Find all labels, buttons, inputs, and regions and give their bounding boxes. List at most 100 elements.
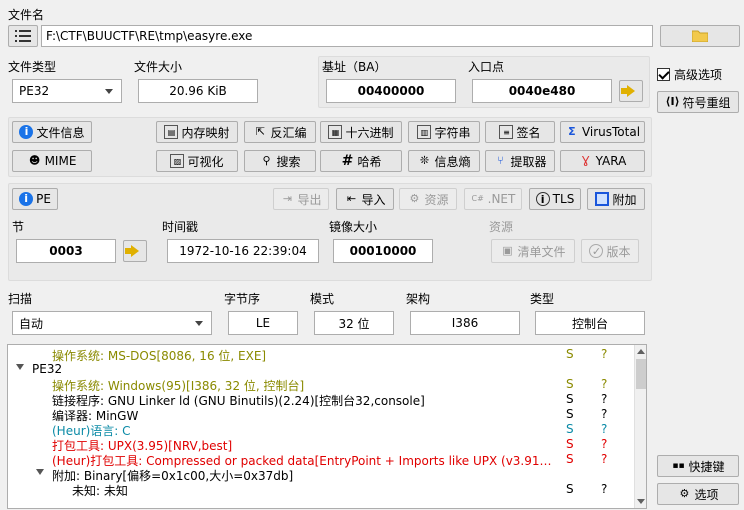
export-icon: ⇥ [282,192,293,205]
signatures-button[interactable]: ≡ 签名 [485,121,555,143]
import-button[interactable]: ⇤ 导入 [336,188,394,210]
manifest-label: 清单文件 [517,244,566,259]
tree-row[interactable]: 编译器: MinGW S ? [8,407,638,423]
file-size-label: 文件大小 [134,60,183,74]
overlay-icon [595,192,610,206]
tree-row[interactable]: 未知: 未知 S ? [8,482,638,498]
mode-value: 32 位 [314,311,394,335]
pe-button[interactable]: i PE [12,188,58,210]
scan-results-tree[interactable]: 操作系统: MS-DOS[8086, 16 位, EXE] S ? PE32 操… [7,344,647,509]
image-size-value: 00010000 [333,239,433,263]
signatures-label: 签名 [516,125,541,140]
tree-row-s: S [566,407,574,421]
goto-entry-button[interactable] [619,80,643,102]
file-info-label: 文件信息 [36,125,85,140]
scroll-up-icon[interactable] [637,349,645,354]
tls-button[interactable]: i TLS [529,188,581,210]
export-button[interactable]: ⇥ 导出 [273,188,329,210]
visualize-button[interactable]: ▨ 可视化 [156,150,238,172]
options-button[interactable]: ⚙ 选项 [657,483,739,505]
strings-button[interactable]: ▥ 字符串 [408,121,480,143]
mode-label: 模式 [310,292,335,306]
yara-icon: Ɣ [581,154,590,167]
yara-button[interactable]: Ɣ YARA [560,150,645,172]
version-label: 版本 [606,244,631,259]
arrow-right-icon [621,85,635,97]
expand-arrow-icon[interactable] [36,469,44,475]
goto-sections-button[interactable] [123,240,147,262]
advanced-label: 高级选项 [674,68,723,82]
spy-icon: ☻ [28,154,41,167]
entropy-button[interactable]: ❊ 信息熵 [408,150,480,172]
tree-row-s: S [566,392,574,406]
virustotal-button[interactable]: Σ VirusTotal [560,121,645,143]
disassembly-icon: ⇱ [255,125,266,138]
version-button[interactable]: ✓ 版本 [581,239,639,263]
advanced-checkbox[interactable]: 高级选项 [657,66,722,83]
entry-point-label: 入口点 [468,60,505,74]
tree-row-text: 未知: 未知 [72,484,128,498]
file-info-button[interactable]: i 文件信息 [12,121,92,143]
tree-row[interactable]: 链接程序: GNU Linker ld (GNU Binutils)(2.24)… [8,392,638,408]
hash-button[interactable]: # 哈希 [320,150,402,172]
mime-label: MIME [44,154,77,168]
architecture-value: I386 [410,311,520,335]
scrollbar-thumb[interactable] [636,359,646,389]
dotnet-button[interactable]: C# .NET [464,188,522,210]
type-label: 类型 [530,292,555,306]
expand-arrow-icon[interactable] [16,364,24,370]
tree-row[interactable]: 操作系统: MS-DOS[8086, 16 位, EXE] S ? [8,347,638,363]
options-label: 选项 [694,487,719,502]
visualize-label: 可视化 [187,154,224,169]
hex-button[interactable]: ▦ 十六进制 [320,121,402,143]
type-value: 控制台 [535,311,645,335]
pe-label: PE [36,192,51,206]
gear-icon: ⚙ [679,487,690,500]
memory-map-icon: ▤ [164,125,179,139]
resources-group-label: 资源 [489,220,514,234]
vertical-scrollbar[interactable] [634,345,646,508]
overlay-button[interactable]: 附加 [587,188,645,210]
import-label: 导入 [361,192,386,207]
search-button[interactable]: ⚲ 搜索 [244,150,316,172]
menu-button[interactable] [8,25,38,47]
open-file-button[interactable] [660,25,740,47]
extractor-button[interactable]: ⑂ 提取器 [485,150,555,172]
tree-row-s: S [566,422,574,436]
memory-map-label: 内存映射 [181,125,230,140]
shortcuts-button[interactable]: ▪▪ 快捷键 [657,455,739,477]
memory-map-button[interactable]: ▤ 内存映射 [156,121,238,143]
extractor-label: 提取器 [510,154,547,169]
tree-row-s: S [566,452,574,466]
hash-icon: # [341,153,354,169]
scroll-down-icon[interactable] [637,499,645,504]
virustotal-label: VirusTotal [581,125,641,139]
tree-row[interactable]: (Heur)语言: C S ? [8,422,638,438]
file-size-value: 20.96 KiB [138,79,258,103]
resources-button[interactable]: ⚙ 资源 [399,188,457,210]
symbol-demangle-button[interactable]: ⟨I⟩ 符号重组 [657,91,739,113]
shortcuts-label: 快捷键 [688,459,725,474]
tree-row[interactable]: 打包工具: UPX(3.95)[NRV,best] S ? [8,437,638,453]
file-path-field[interactable]: F:\CTF\BUUCTF\RE\tmp\easyre.exe [41,25,653,47]
manifest-button[interactable]: ▣ 清单文件 [491,239,575,263]
document-icon: ≡ [499,125,514,139]
tree-row[interactable]: 附加: Binary[偏移=0x1c00,大小=0x37db] [8,467,638,483]
tree-row[interactable]: PE32 [8,362,638,377]
base-address-value: 00400000 [326,79,456,103]
tree-row[interactable]: 操作系统: Windows(95)[I386, 32 位, 控制台] S ? [8,377,638,393]
file-type-select[interactable]: PE32 [12,79,122,103]
disassembly-button[interactable]: ⇱ 反汇编 [244,121,316,143]
version-icon: ✓ [589,244,604,258]
tree-row-q: ? [601,377,608,391]
tree-row-q: ? [601,347,608,361]
section-label: 节 [12,220,25,234]
scan-mode-select[interactable]: 自动 [12,311,212,335]
overlay-label: 附加 [612,192,637,207]
image-icon: ▨ [170,154,185,168]
tree-row[interactable]: (Heur)打包工具: Compressed or packed data[En… [8,452,638,468]
section-count-value: 0003 [16,239,116,263]
architecture-label: 架构 [406,292,431,306]
mime-button[interactable]: ☻ MIME [12,150,92,172]
export-label: 导出 [297,192,322,207]
